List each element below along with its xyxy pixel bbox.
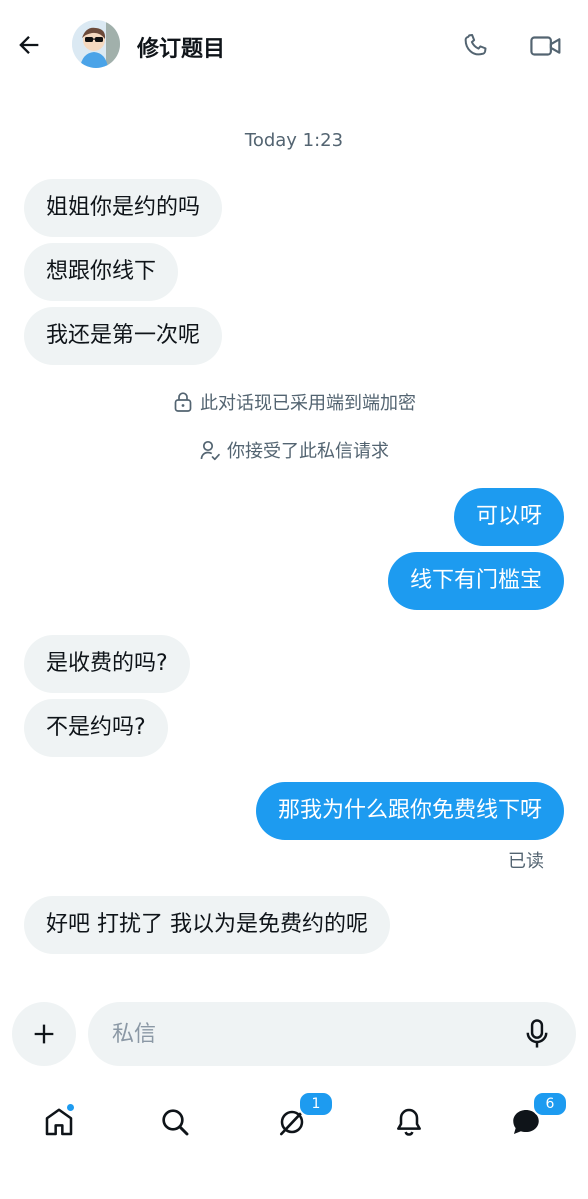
home-unread-dot (66, 1103, 75, 1112)
video-call-button[interactable] (526, 28, 566, 64)
encryption-note-text: 此对话现已采用端到端加密 (200, 393, 416, 414)
nav-home[interactable] (31, 1094, 87, 1150)
video-camera-icon (530, 36, 561, 56)
avatar[interactable] (72, 20, 120, 68)
messages-badge: 6 (532, 1091, 568, 1117)
bottom-navigation: 1 6 (0, 1082, 588, 1199)
incoming-message[interactable]: 想跟你线下 (24, 243, 179, 301)
outgoing-message[interactable]: 线下有门槛宝 (387, 552, 564, 610)
search-icon (162, 1109, 189, 1136)
voice-message-button[interactable] (520, 1016, 554, 1052)
outgoing-message[interactable]: 可以呀 (453, 488, 564, 546)
request-accepted-note: 你接受了此私信请求 (0, 437, 588, 463)
call-button[interactable] (458, 28, 494, 64)
read-receipt: 已读 (508, 851, 544, 872)
avatar-image (72, 20, 120, 68)
encryption-note: 此对话现已采用端到端加密 (0, 389, 588, 415)
add-media-button[interactable] (12, 1002, 76, 1066)
nav-messages[interactable]: 6 (498, 1091, 568, 1150)
lock-icon (174, 392, 192, 412)
plus-icon (34, 1024, 54, 1044)
person-check-icon (200, 440, 220, 461)
nav-notifications[interactable] (381, 1094, 437, 1150)
incoming-message[interactable]: 姐姐你是约的吗 (24, 179, 223, 237)
message-timestamp: Today 1:23 (244, 130, 344, 151)
incoming-message[interactable]: 是收费的吗? (24, 635, 190, 693)
phone-icon (464, 34, 487, 56)
incoming-message[interactable]: 我还是第一次呢 (24, 307, 223, 365)
message-input[interactable] (112, 1002, 512, 1066)
bell-icon (397, 1108, 421, 1136)
nav-grok[interactable]: 1 (264, 1091, 334, 1150)
nav-search[interactable] (147, 1094, 203, 1150)
grok-badge: 1 (298, 1091, 334, 1117)
outgoing-message[interactable]: 那我为什么跟你免费线下呀 (255, 782, 564, 840)
message-composer (88, 1002, 576, 1066)
conversation-header: 修订题目 (0, 0, 588, 90)
incoming-message[interactable]: 好吧 打扰了 我以为是免费约的呢 (24, 896, 390, 954)
back-button[interactable] (12, 28, 46, 62)
microphone-icon (526, 1019, 548, 1048)
request-accepted-text: 你接受了此私信请求 (227, 441, 389, 462)
incoming-message[interactable]: 不是约吗? (24, 699, 168, 757)
arrow-left-icon (19, 36, 39, 54)
conversation-title[interactable]: 修订题目 (137, 31, 225, 63)
